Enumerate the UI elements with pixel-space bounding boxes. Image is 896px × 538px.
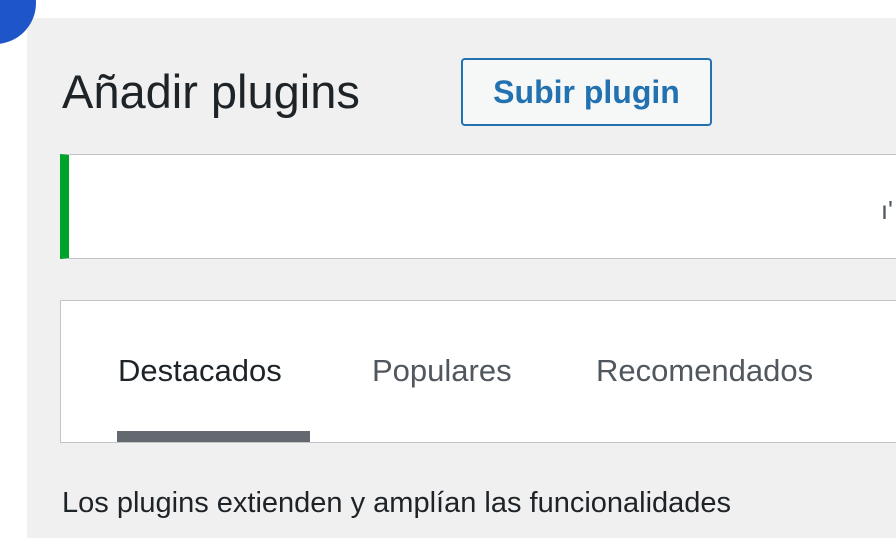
plugin-filter-tabs: Destacados Populares Recomendados	[60, 300, 896, 443]
page-title: Añadir plugins	[62, 65, 360, 118]
active-tab-indicator	[117, 431, 310, 442]
tab-popular[interactable]: Populares	[372, 353, 512, 389]
notice-partial-text: ı'	[880, 195, 893, 225]
tab-recommended[interactable]: Recomendados	[596, 353, 813, 389]
plugins-description: Los plugins extienden y amplían las func…	[62, 487, 732, 519]
screenshot-stage: Añadir plugins Subir plugin ı' Destacado…	[0, 0, 896, 538]
tab-featured[interactable]: Destacados	[118, 353, 282, 389]
success-notice: ı'	[60, 154, 896, 259]
upload-plugin-button[interactable]: Subir plugin	[461, 58, 712, 126]
